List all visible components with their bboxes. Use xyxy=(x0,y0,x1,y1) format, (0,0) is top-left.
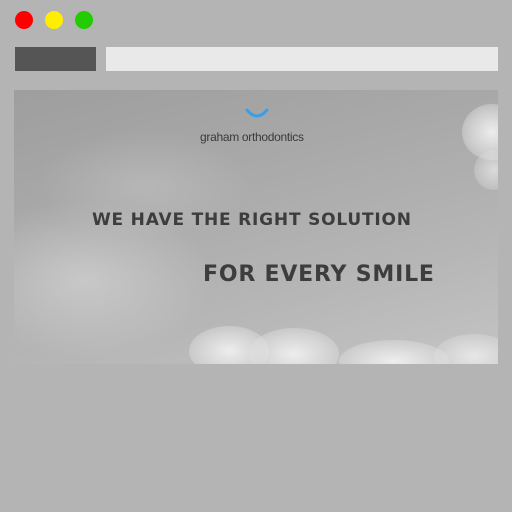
cloud xyxy=(434,334,498,364)
hero-banner: graham orthodontics WE HAVE THE RIGHT SO… xyxy=(14,90,498,364)
browser-window: graham orthodontics WE HAVE THE RIGHT SO… xyxy=(0,0,512,512)
cloud xyxy=(339,340,449,364)
headline-line-2: FOR EVERY SMILE xyxy=(203,262,435,287)
smile-arc-icon xyxy=(245,108,269,118)
minimize-window-button[interactable] xyxy=(45,11,63,29)
maximize-window-button[interactable] xyxy=(75,11,93,29)
address-bar[interactable] xyxy=(106,47,498,71)
headline-line-1: WE HAVE THE RIGHT SOLUTION xyxy=(92,210,412,230)
cloud xyxy=(249,328,339,364)
logo-text: graham orthodontics xyxy=(200,130,304,144)
close-window-button[interactable] xyxy=(15,11,33,29)
browser-tab[interactable] xyxy=(15,47,96,71)
